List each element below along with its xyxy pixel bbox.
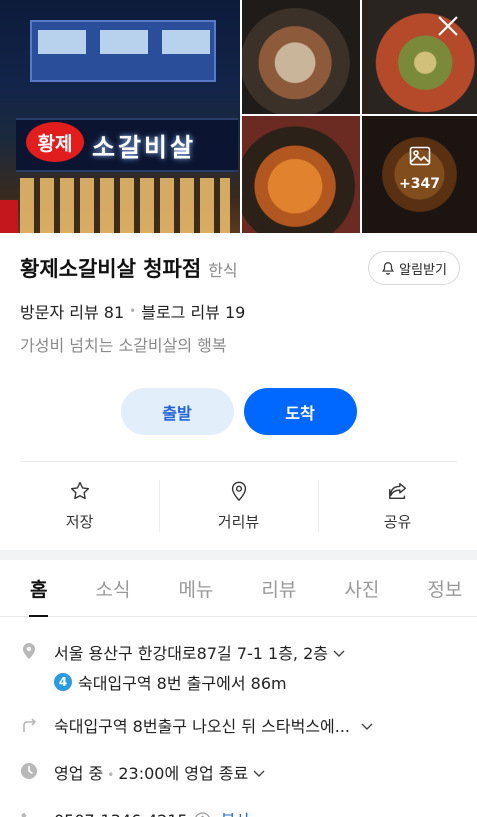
separator-dot: • bbox=[129, 304, 137, 318]
phone-icon bbox=[21, 812, 27, 817]
save-button[interactable]: 저장 bbox=[0, 462, 159, 550]
share-button[interactable]: 공유 bbox=[318, 462, 477, 550]
photo-gallery[interactable]: 황제 소갈비살 +347 bbox=[0, 0, 477, 233]
tab-info[interactable]: 정보 bbox=[427, 560, 462, 616]
close-icon bbox=[438, 16, 458, 36]
phone-row: 0507-1346-4215 복사 bbox=[20, 807, 457, 817]
street-view-label: 거리뷰 bbox=[217, 513, 260, 531]
upper-sign bbox=[30, 20, 216, 82]
alarm-button[interactable]: 알림받기 bbox=[368, 251, 460, 285]
separator-dot: • bbox=[107, 768, 115, 782]
hours-status: 영업 중 bbox=[54, 764, 104, 783]
address-text: 서울 용산구 한강대로87길 7-1 1층, 2층 bbox=[54, 640, 346, 664]
address-lead bbox=[20, 640, 54, 660]
tab-bar: 홈 소식 메뉴 리뷰 사진 정보 bbox=[0, 560, 477, 617]
hours-row[interactable]: 영업 중 • 23:00에 영업 종료 bbox=[20, 760, 457, 784]
clock-icon bbox=[21, 763, 37, 779]
hours-close-time: 23:00에 영업 종료 bbox=[118, 764, 249, 783]
subway-line-badge: 4 bbox=[54, 673, 72, 691]
share-label: 공유 bbox=[383, 513, 412, 531]
hours-text: 영업 중 • 23:00에 영업 종료 bbox=[54, 760, 266, 784]
address-row[interactable]: 서울 용산구 한강대로87길 7-1 1층, 2층 bbox=[20, 640, 457, 664]
map-pin-icon bbox=[231, 481, 246, 502]
arrive-button[interactable]: 도착 bbox=[243, 388, 357, 435]
place-category: 한식 bbox=[208, 261, 238, 280]
alarm-label: 알림받기 bbox=[399, 262, 447, 278]
address-value: 서울 용산구 한강대로87길 7-1 1층, 2층 bbox=[54, 644, 329, 663]
chevron-down-icon[interactable] bbox=[252, 766, 266, 780]
share-icon bbox=[388, 482, 406, 500]
star-icon bbox=[70, 481, 89, 500]
directions-value: 숙대입구역 8번출구 나오신 뒤 스타벅스에... bbox=[54, 717, 351, 736]
sign-badge: 황제 bbox=[26, 122, 84, 162]
location-pin-icon bbox=[23, 643, 35, 659]
place-info: 황제소갈비살 청파점 한식 알림받기 방문자 리뷰 81 • 블로그 리뷰 19… bbox=[0, 233, 477, 435]
info-icon[interactable] bbox=[194, 812, 211, 817]
phone-number[interactable]: 0507-1346-4215 bbox=[54, 811, 188, 817]
hours-lead bbox=[20, 760, 54, 780]
street-view-button[interactable]: 거리뷰 bbox=[159, 462, 318, 550]
section-separator bbox=[0, 550, 477, 560]
chevron-down-icon[interactable] bbox=[360, 719, 374, 733]
depart-button[interactable]: 출발 bbox=[120, 388, 234, 435]
subway-text: 숙대입구역 8번 출구에서 86m bbox=[78, 674, 287, 693]
subway-info: 4 숙대입구역 8번 출구에서 86m bbox=[54, 670, 457, 694]
main-storefront-photo[interactable]: 황제 소갈비살 bbox=[0, 0, 240, 233]
sign-text: 소갈비살 bbox=[92, 133, 197, 162]
place-name: 황제소갈비살 청파점 bbox=[20, 257, 202, 281]
more-photos-overlay[interactable]: +347 bbox=[362, 146, 477, 192]
route-buttons: 출발 도착 bbox=[20, 388, 457, 435]
photo-thumb-3[interactable] bbox=[242, 116, 360, 233]
chevron-down-icon[interactable] bbox=[332, 646, 346, 660]
image-icon bbox=[409, 146, 430, 166]
close-button[interactable] bbox=[433, 14, 463, 44]
action-bar: 저장 거리뷰 공유 bbox=[0, 462, 477, 550]
phone-lead bbox=[20, 809, 54, 817]
directions-text: 숙대입구역 8번출구 나오신 뒤 스타벅스에... bbox=[54, 713, 374, 737]
detail-list: 서울 용산구 한강대로87길 7-1 1층, 2층 4 숙대입구역 8번 출구에… bbox=[0, 640, 477, 817]
save-label: 저장 bbox=[65, 513, 94, 531]
place-slogan: 가성비 넘치는 소갈비살의 행복 bbox=[20, 336, 227, 355]
side-banner bbox=[0, 200, 18, 233]
bell-icon bbox=[382, 262, 395, 275]
review-counts: 방문자 리뷰 81 • 블로그 리뷰 19 bbox=[20, 299, 457, 323]
phone-text: 0507-1346-4215 복사 bbox=[54, 807, 250, 817]
tab-reviews[interactable]: 리뷰 bbox=[261, 560, 296, 616]
turn-arrow-icon bbox=[23, 718, 36, 732]
directions-lead bbox=[20, 713, 54, 733]
storefront-windows bbox=[20, 178, 230, 233]
directions-row[interactable]: 숙대입구역 8번출구 나오신 뒤 스타벅스에... bbox=[20, 713, 457, 737]
tab-menu[interactable]: 메뉴 bbox=[178, 560, 213, 616]
copy-button[interactable]: 복사 bbox=[221, 811, 250, 817]
visitor-review-link[interactable]: 방문자 리뷰 81 bbox=[20, 299, 124, 323]
more-photos-count: +347 bbox=[399, 176, 440, 192]
tab-photos[interactable]: 사진 bbox=[344, 560, 379, 616]
blog-review-link[interactable]: 블로그 리뷰 19 bbox=[141, 299, 245, 323]
photo-thumb-1[interactable] bbox=[242, 0, 360, 114]
tab-news[interactable]: 소식 bbox=[95, 560, 130, 616]
tab-home[interactable]: 홈 bbox=[28, 560, 50, 617]
